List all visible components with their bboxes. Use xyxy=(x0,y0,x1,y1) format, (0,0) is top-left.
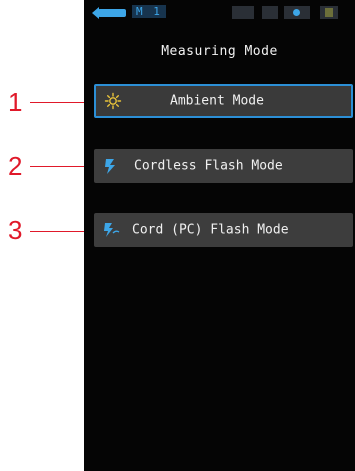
memory-label: M 1 xyxy=(132,5,166,18)
callout-1: 1 xyxy=(8,87,23,117)
sun-icon xyxy=(104,92,122,110)
callout-2: 2 xyxy=(8,151,23,181)
battery-icon xyxy=(325,8,333,17)
status-block xyxy=(262,6,278,19)
callout-3: 3 xyxy=(8,215,23,245)
cordless-flash-mode-button[interactable]: Cordless Flash Mode xyxy=(94,149,353,183)
cord-flash-mode-button[interactable]: Cord (PC) Flash Mode xyxy=(94,213,353,247)
status-bar: M 1 xyxy=(84,0,355,26)
ambient-mode-label: Ambient Mode xyxy=(170,93,264,109)
ambient-mode-button[interactable]: Ambient Mode xyxy=(94,84,353,118)
status-dot-icon xyxy=(293,9,300,16)
cordless-flash-mode-label: Cordless Flash Mode xyxy=(134,158,283,174)
back-arrow-icon[interactable] xyxy=(92,7,126,19)
device-screen: M 1 Measuring Mode Ambient Mode Cordless… xyxy=(84,0,355,471)
flash-icon xyxy=(105,159,115,174)
page-title: Measuring Mode xyxy=(161,44,278,59)
page: 1 2 3 M 1 Measuring Mode Ambient Mode Co… xyxy=(0,0,355,471)
cord-flash-icon xyxy=(104,223,120,237)
cord-flash-mode-label: Cord (PC) Flash Mode xyxy=(132,222,289,238)
status-block xyxy=(232,6,254,19)
